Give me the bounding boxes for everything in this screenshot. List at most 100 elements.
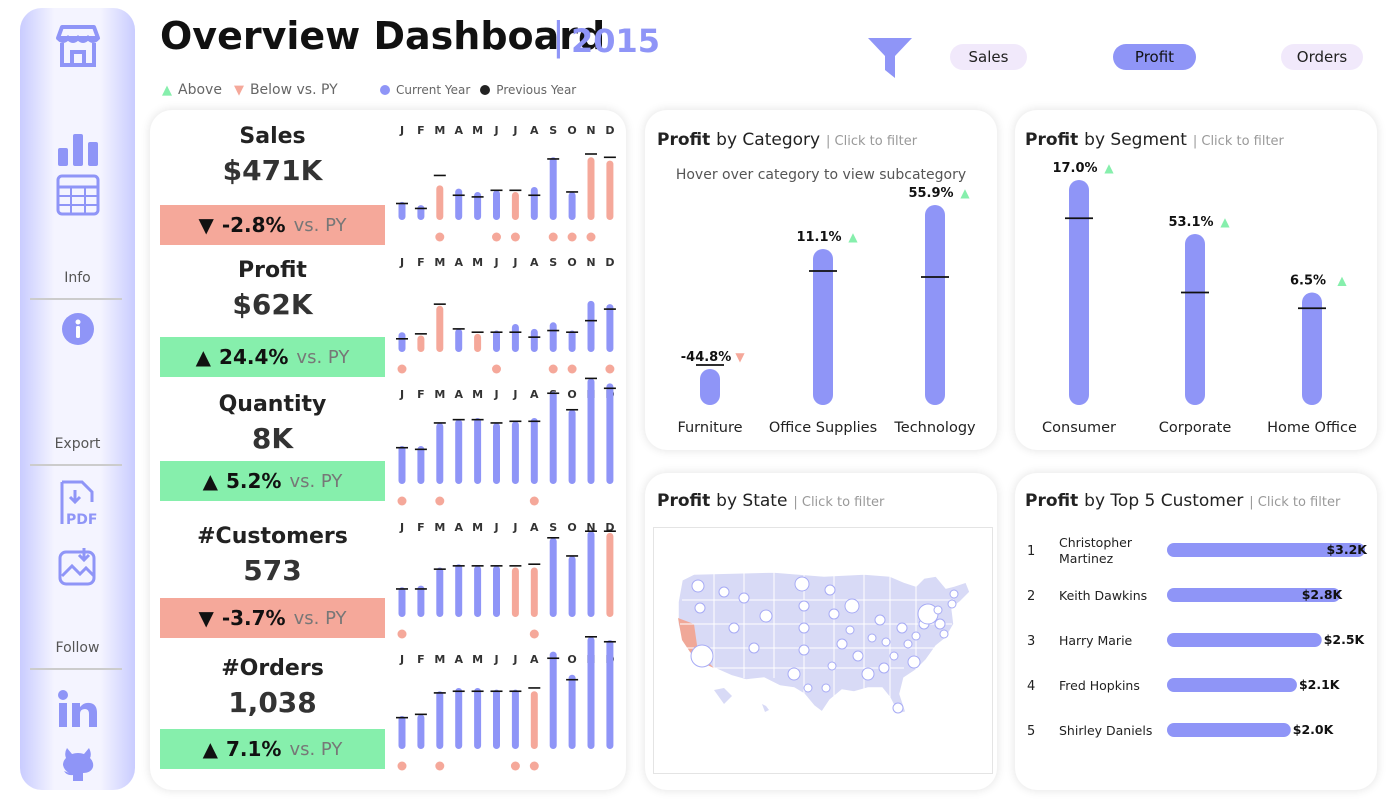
filter-orders-button[interactable]: Orders bbox=[1281, 44, 1363, 70]
filter-funnel-icon[interactable] bbox=[866, 36, 914, 84]
current-year-bar bbox=[455, 687, 463, 749]
month-tick-label: S bbox=[549, 124, 557, 137]
month-tick-label: A bbox=[454, 521, 463, 534]
info-icon[interactable] bbox=[20, 312, 135, 346]
year-label: 2015 bbox=[571, 22, 661, 60]
below-py-dot bbox=[548, 364, 558, 374]
current-year-bar bbox=[493, 689, 500, 749]
current-year-bar bbox=[417, 335, 425, 352]
current-year-bar bbox=[568, 674, 576, 749]
table-icon[interactable] bbox=[20, 174, 135, 216]
customer-value-label: $2.0K bbox=[1293, 722, 1335, 737]
us-map-svg[interactable] bbox=[654, 528, 994, 775]
below-py-dot bbox=[529, 496, 539, 506]
category-label: Home Office bbox=[1267, 420, 1357, 436]
divider bbox=[30, 464, 122, 466]
current-year-bar bbox=[455, 419, 463, 484]
page-title: Overview Dashboard bbox=[160, 14, 606, 58]
current-year-bar bbox=[530, 187, 538, 220]
month-tick-label: D bbox=[605, 256, 614, 269]
customer-chart[interactable]: 1 ChristopherMartinez $3.2K 2 Keith Dawkins $… bbox=[1015, 520, 1377, 770]
current-year-bar bbox=[549, 322, 557, 352]
filter-profit-button[interactable]: Profit bbox=[1113, 44, 1196, 70]
image-export-icon[interactable] bbox=[20, 546, 135, 586]
pdf-export-icon[interactable]: PDF bbox=[20, 480, 135, 528]
filter-sales-button[interactable]: Sales bbox=[950, 44, 1027, 70]
customer-name: Martinez bbox=[1059, 551, 1114, 566]
linkedin-icon[interactable] bbox=[20, 690, 135, 728]
category-chart[interactable]: -44.8% ▼ Furniture 11.1% ▲ Office Supplies 55.… bbox=[645, 180, 997, 450]
category-label: Office Supplies bbox=[769, 420, 877, 436]
kpi-name: #Customers bbox=[197, 524, 348, 549]
rank-label: 1 bbox=[1027, 544, 1035, 559]
store-icon[interactable] bbox=[20, 24, 135, 68]
current-year-bar bbox=[568, 555, 576, 617]
below-py-dot bbox=[435, 761, 445, 771]
up-triangle-icon: ▲ bbox=[202, 469, 218, 493]
current-year-bar bbox=[436, 305, 444, 352]
month-tick-label: J bbox=[493, 388, 498, 401]
month-tick-label: J bbox=[493, 124, 498, 137]
segment-card-title: Profit by Segment | Click to filter bbox=[1025, 130, 1284, 150]
kpi-change: -2.8% bbox=[221, 213, 286, 237]
month-tick-label: J bbox=[512, 388, 517, 401]
current-year-bar bbox=[436, 185, 444, 220]
kpi-value: 573 bbox=[243, 554, 302, 587]
current-year-bar bbox=[493, 422, 500, 484]
bar-corporate bbox=[1185, 234, 1205, 405]
month-tick-label: F bbox=[417, 388, 425, 401]
below-py-dot bbox=[397, 364, 407, 374]
current-year-bar bbox=[549, 157, 557, 220]
customer-card-title: Profit by Top 5 Customer | Click to filt… bbox=[1025, 491, 1341, 511]
sidebar-follow-label: Follow bbox=[55, 640, 100, 656]
month-tick-label: N bbox=[586, 124, 595, 137]
current-year-bar bbox=[587, 378, 595, 484]
month-tick-label: A bbox=[454, 124, 463, 137]
current-year-bar bbox=[436, 422, 444, 484]
up-triangle-icon: ▲ bbox=[195, 345, 212, 369]
kpi-change: 7.1% bbox=[225, 737, 282, 761]
category-label: Consumer bbox=[1042, 420, 1116, 436]
current-year-bar bbox=[511, 567, 519, 617]
bar-office-supplies bbox=[813, 249, 833, 405]
category-label: Corporate bbox=[1159, 420, 1232, 436]
current-year-bar bbox=[417, 585, 425, 617]
current-year-bar bbox=[587, 300, 595, 352]
current-year-bar bbox=[474, 418, 482, 484]
current-year-bar bbox=[568, 191, 576, 220]
github-icon[interactable] bbox=[20, 742, 135, 782]
current-year-bar bbox=[587, 157, 595, 220]
current-year-bar bbox=[511, 689, 519, 749]
bar-chart-icon[interactable] bbox=[20, 130, 135, 166]
segment-chart[interactable]: 17.0% ▲ Consumer 53.1% ▲ Corporate 6.5% ▲ Home O… bbox=[1015, 160, 1377, 450]
current-year-bar bbox=[568, 330, 576, 352]
current-year-bar bbox=[436, 567, 444, 617]
bar-consumer bbox=[1069, 180, 1089, 405]
kpi-change: -3.7% bbox=[221, 606, 286, 630]
customer-name: Harry Marie bbox=[1059, 633, 1133, 648]
sidebar-export-label: Export bbox=[54, 436, 101, 452]
below-py-dot bbox=[397, 629, 407, 639]
kpi-vs-label: vs. PY bbox=[293, 607, 347, 629]
up-triangle-icon: ▲ bbox=[960, 186, 970, 200]
change-label: 55.9% bbox=[908, 186, 953, 201]
kpi-name: Quantity bbox=[218, 392, 327, 417]
below-py-dot bbox=[567, 364, 577, 374]
category-label: Furniture bbox=[677, 420, 742, 436]
rank-label: 5 bbox=[1027, 724, 1035, 739]
month-tick-label: M bbox=[472, 124, 483, 137]
month-tick-label: S bbox=[549, 256, 557, 269]
us-state-map[interactable] bbox=[653, 527, 993, 774]
current-year-bar bbox=[417, 714, 425, 749]
month-tick-label: D bbox=[605, 521, 614, 534]
kpi-change-box: ▼ -3.7% vs. PY bbox=[160, 598, 385, 638]
current-year-bar bbox=[398, 201, 406, 220]
kpi-vs-label: vs. PY bbox=[289, 738, 343, 760]
current-year-bar bbox=[549, 391, 557, 484]
svg-text:PDF: PDF bbox=[66, 512, 97, 528]
current-year-bar bbox=[606, 160, 614, 220]
dashboard: Info Export PDF Follow Overview Dashboar… bbox=[0, 0, 1400, 800]
down-triangle-icon: ▼ bbox=[735, 350, 745, 364]
below-py-dot bbox=[567, 232, 577, 242]
current-year-bar bbox=[474, 333, 482, 352]
